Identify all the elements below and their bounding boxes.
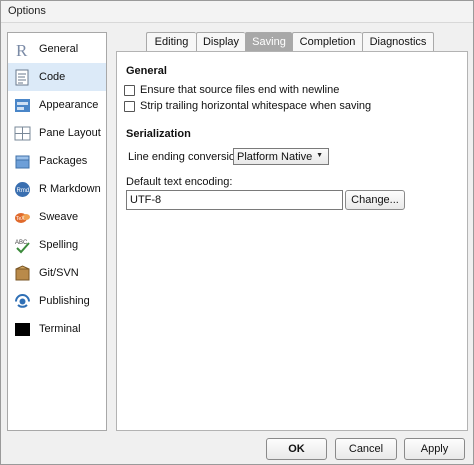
window-title: Options (1, 1, 473, 23)
sweave-icon: TeX (14, 209, 31, 226)
serialization-section-title: Serialization (126, 128, 191, 140)
sidebar-item-packages[interactable]: Packages (8, 147, 106, 175)
strip-whitespace-label: Strip trailing horizontal whitespace whe… (140, 100, 372, 112)
line-ending-value: Platform Native (237, 150, 313, 163)
r-markdown-icon: Rmd (14, 181, 31, 198)
options-tabbar: Editing Display Saving Completion Diagno… (146, 32, 434, 52)
sidebar-item-spelling[interactable]: ABC Spelling (8, 231, 106, 259)
ok-button[interactable]: OK (266, 438, 327, 460)
apply-button[interactable]: Apply (404, 438, 465, 460)
line-ending-label: Line ending conversion: (128, 151, 245, 163)
sidebar-item-label: Code (39, 71, 66, 83)
tab-editing[interactable]: Editing (146, 32, 196, 52)
tab-display[interactable]: Display (196, 32, 245, 52)
cancel-button[interactable]: Cancel (335, 438, 397, 460)
sidebar-item-appearance[interactable]: Appearance (8, 91, 106, 119)
packages-icon (14, 153, 31, 170)
svg-text:TeX: TeX (16, 216, 25, 222)
line-ending-select[interactable]: Platform Native ▼ (233, 148, 329, 165)
sidebar-item-label: Appearance (39, 99, 99, 111)
svg-text:Rmd: Rmd (17, 188, 30, 194)
sidebar-item-label: Pane Layout (39, 127, 101, 139)
sidebar-item-pane-layout[interactable]: Pane Layout (8, 119, 106, 147)
sidebar-item-label: Terminal (39, 323, 81, 335)
sidebar-item-general[interactable]: R General (8, 35, 106, 63)
dropdown-arrow-icon: ▼ (316, 152, 323, 159)
strip-whitespace-checkbox-row[interactable]: Strip trailing horizontal whitespace whe… (124, 100, 371, 112)
encoding-value: UTF-8 (130, 194, 162, 206)
sidebar-item-code[interactable]: Code (8, 63, 106, 91)
general-section-title: General (126, 65, 167, 77)
ensure-newline-checkbox-row[interactable]: Ensure that source files end with newlin… (124, 84, 339, 96)
spelling-icon: ABC (14, 237, 31, 254)
appearance-icon (14, 97, 31, 114)
code-icon (14, 69, 31, 86)
tab-completion[interactable]: Completion (292, 32, 362, 52)
terminal-icon (14, 321, 31, 338)
r-logo-icon: R (14, 41, 31, 58)
publishing-icon (14, 293, 31, 310)
sidebar-item-label: Sweave (39, 211, 79, 223)
sidebar-item-publishing[interactable]: Publishing (8, 287, 106, 315)
sidebar-item-sweave[interactable]: TeX Sweave (8, 203, 106, 231)
ensure-newline-checkbox[interactable] (124, 84, 135, 96)
saving-panel: General Ensure that source files end wit… (116, 51, 468, 431)
sidebar-item-label: Git/SVN (39, 267, 79, 279)
sidebar-item-label: Packages (39, 155, 88, 167)
sidebar-item-r-markdown[interactable]: Rmd R Markdown (8, 175, 106, 203)
encoding-label: Default text encoding: (126, 176, 233, 188)
sidebar-item-label: General (39, 43, 79, 55)
ensure-newline-label: Ensure that source files end with newlin… (140, 84, 340, 96)
svg-text:R: R (16, 41, 28, 58)
pane-layout-icon (14, 125, 31, 142)
sidebar-item-label: Spelling (39, 239, 79, 251)
tab-saving[interactable]: Saving (245, 32, 292, 52)
options-dialog: Options R General Code Appearance Pane L… (0, 0, 474, 465)
strip-whitespace-checkbox[interactable] (124, 100, 135, 112)
sidebar-item-label: Publishing (39, 295, 90, 307)
sidebar-item-git-svn[interactable]: Git/SVN (8, 259, 106, 287)
git-svn-icon (14, 264, 31, 282)
sidebar-item-label: R Markdown (39, 183, 101, 195)
options-sidebar: R General Code Appearance Pane Layout Pa… (7, 32, 107, 431)
encoding-field[interactable]: UTF-8 (126, 190, 343, 210)
tab-diagnostics[interactable]: Diagnostics (362, 32, 434, 52)
change-encoding-button[interactable]: Change... (345, 190, 405, 210)
sidebar-item-terminal[interactable]: Terminal (8, 315, 106, 343)
